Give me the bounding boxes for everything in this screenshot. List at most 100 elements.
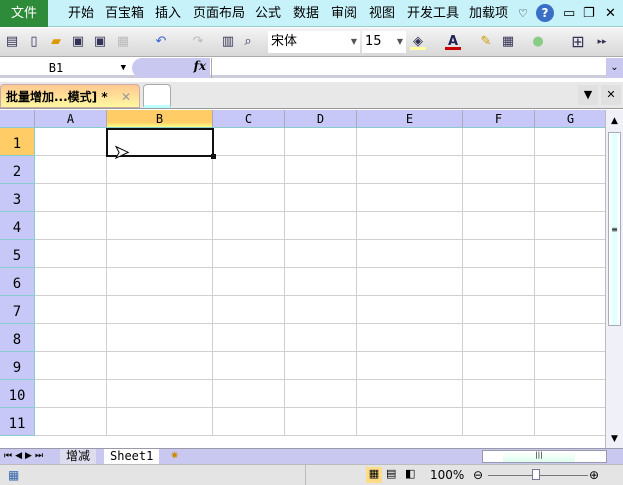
row-header-8[interactable]: 8 bbox=[0, 324, 35, 352]
cell-C10[interactable] bbox=[213, 380, 285, 408]
cell-A11[interactable] bbox=[35, 408, 107, 436]
cell-E8[interactable] bbox=[357, 324, 463, 352]
document-tab[interactable]: 批量增加...模式] * ✕ bbox=[0, 84, 140, 108]
sheet-tab[interactable]: 增减 bbox=[60, 449, 97, 464]
heart-icon[interactable]: ♡ bbox=[518, 0, 528, 27]
cell-E3[interactable] bbox=[357, 184, 463, 212]
cell-F2[interactable] bbox=[463, 156, 535, 184]
cell-D2[interactable] bbox=[285, 156, 357, 184]
cell-A1[interactable] bbox=[35, 128, 107, 156]
close-document-icon[interactable]: ✕ bbox=[601, 85, 621, 105]
cell-D11[interactable] bbox=[285, 408, 357, 436]
scroll-up-icon[interactable]: ▲ bbox=[607, 116, 622, 128]
cell-G3[interactable] bbox=[535, 184, 605, 212]
tab-list-icon[interactable]: ▼ bbox=[578, 85, 598, 105]
redo-icon[interactable]: ↷ bbox=[190, 34, 206, 50]
cell-F10[interactable] bbox=[463, 380, 535, 408]
cell-G6[interactable] bbox=[535, 268, 605, 296]
font-color-icon[interactable]: A bbox=[445, 34, 461, 50]
cell-A2[interactable] bbox=[35, 156, 107, 184]
menu-page-layout[interactable]: 页面布局 bbox=[193, 0, 245, 27]
macro-icon[interactable]: ▦ bbox=[8, 468, 19, 482]
row-header-5[interactable]: 5 bbox=[0, 240, 35, 268]
cell-F7[interactable] bbox=[463, 296, 535, 324]
cell-G5[interactable] bbox=[535, 240, 605, 268]
row-header-3[interactable]: 3 bbox=[0, 184, 35, 212]
format-painter-icon[interactable]: ✎ bbox=[478, 34, 494, 50]
new-sheet-icon[interactable]: ✷ bbox=[170, 449, 179, 462]
cell-E2[interactable] bbox=[357, 156, 463, 184]
column-header-D[interactable]: D bbox=[285, 110, 357, 128]
zoom-in-icon[interactable]: ⊕ bbox=[589, 468, 599, 482]
row-header-7[interactable]: 7 bbox=[0, 296, 35, 324]
menu-home[interactable]: 开始 bbox=[68, 0, 94, 27]
scroll-down-icon[interactable]: ▼ bbox=[607, 434, 622, 446]
sheet-tab-active[interactable]: Sheet1 bbox=[104, 449, 160, 464]
row-header-1[interactable]: 1 bbox=[0, 128, 35, 156]
spreadsheet-grid[interactable]: A B C D E F G 1 2 3 4 5 6 7 8 9 10 11 bbox=[0, 110, 605, 448]
column-header-F[interactable]: F bbox=[463, 110, 535, 128]
file-menu[interactable]: 文件 bbox=[0, 0, 48, 27]
close-tab-icon[interactable]: ✕ bbox=[121, 85, 131, 109]
row-header-10[interactable]: 10 bbox=[0, 380, 35, 408]
cell-F3[interactable] bbox=[463, 184, 535, 212]
h-scroll-thumb[interactable]: ||| bbox=[503, 451, 575, 462]
save-icon[interactable]: ▣ bbox=[70, 34, 86, 50]
cell-E5[interactable] bbox=[357, 240, 463, 268]
menu-view[interactable]: 视图 bbox=[369, 0, 395, 27]
minimize-icon[interactable]: ▭ bbox=[563, 0, 575, 27]
cell-E10[interactable] bbox=[357, 380, 463, 408]
cell-C2[interactable] bbox=[213, 156, 285, 184]
menu-formulas[interactable]: 公式 bbox=[255, 0, 281, 27]
zoom-slider-thumb[interactable] bbox=[532, 469, 540, 480]
cell-B6[interactable] bbox=[107, 268, 213, 296]
expand-formula-icon[interactable]: ⌄ bbox=[606, 58, 623, 78]
print-preview-icon[interactable]: ▥ bbox=[220, 34, 236, 50]
new-template-icon[interactable]: ▤ bbox=[4, 34, 20, 50]
cell-F5[interactable] bbox=[463, 240, 535, 268]
cell-C6[interactable] bbox=[213, 268, 285, 296]
find-icon[interactable]: ⌕ bbox=[240, 34, 256, 50]
undo-icon[interactable]: ↶ bbox=[153, 34, 169, 50]
cell-B5[interactable] bbox=[107, 240, 213, 268]
font-select[interactable]: 宋体 ▼ bbox=[268, 31, 360, 53]
cell-C1[interactable] bbox=[213, 128, 285, 156]
new-document-icon[interactable]: ▯ bbox=[26, 34, 42, 50]
restore-icon[interactable]: ❐ bbox=[583, 0, 595, 27]
cell-F4[interactable] bbox=[463, 212, 535, 240]
cell-E4[interactable] bbox=[357, 212, 463, 240]
cell-A7[interactable] bbox=[35, 296, 107, 324]
cell-D4[interactable] bbox=[285, 212, 357, 240]
cell-D3[interactable] bbox=[285, 184, 357, 212]
fill-color-icon[interactable]: ◈ bbox=[410, 34, 426, 50]
help-icon[interactable]: ? bbox=[536, 4, 554, 22]
cell-B7[interactable] bbox=[107, 296, 213, 324]
table-style-icon[interactable]: ▦ bbox=[500, 34, 516, 50]
cell-B10[interactable] bbox=[107, 380, 213, 408]
cell-A8[interactable] bbox=[35, 324, 107, 352]
cell-E6[interactable] bbox=[357, 268, 463, 296]
cell-G7[interactable] bbox=[535, 296, 605, 324]
cell-G8[interactable] bbox=[535, 324, 605, 352]
menu-review[interactable]: 审阅 bbox=[331, 0, 357, 27]
cell-G2[interactable] bbox=[535, 156, 605, 184]
cell-A9[interactable] bbox=[35, 352, 107, 380]
close-icon[interactable]: ✕ bbox=[605, 0, 616, 27]
cell-B11[interactable] bbox=[107, 408, 213, 436]
cell-A5[interactable] bbox=[35, 240, 107, 268]
cell-D1[interactable] bbox=[285, 128, 357, 156]
column-header-E[interactable]: E bbox=[357, 110, 463, 128]
cell-F9[interactable] bbox=[463, 352, 535, 380]
vertical-scrollbar[interactable]: ▲ ≡ ▼ bbox=[605, 110, 623, 448]
cell-A10[interactable] bbox=[35, 380, 107, 408]
cell-C9[interactable] bbox=[213, 352, 285, 380]
cell-G1[interactable] bbox=[535, 128, 605, 156]
cell-B3[interactable] bbox=[107, 184, 213, 212]
save-as-icon[interactable]: ▣ bbox=[92, 34, 108, 50]
cell-B8[interactable] bbox=[107, 324, 213, 352]
page-break-view-icon[interactable]: ◧ bbox=[405, 467, 415, 480]
scroll-thumb[interactable]: ≡ bbox=[608, 132, 621, 326]
cell-E1[interactable] bbox=[357, 128, 463, 156]
formula-input[interactable] bbox=[211, 58, 606, 78]
cell-B4[interactable] bbox=[107, 212, 213, 240]
